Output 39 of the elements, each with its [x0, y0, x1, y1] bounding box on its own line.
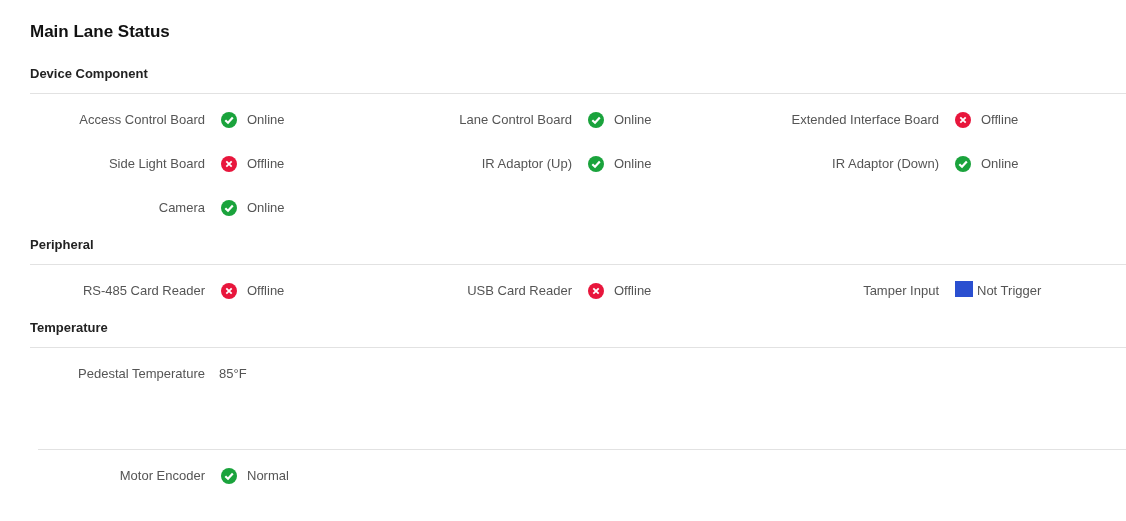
field-label: Camera	[157, 200, 205, 215]
status-value: Online	[614, 112, 652, 127]
status-value: Online	[247, 200, 285, 215]
field-label: Motor Encoder	[118, 468, 205, 483]
field-label: Access Control Board	[78, 112, 205, 127]
field-label: IR Adaptor (Up)	[480, 156, 572, 171]
status-value: Offline	[614, 283, 652, 298]
section-heading: Temperature	[30, 320, 109, 335]
field-label: Tamper Input	[862, 283, 939, 298]
field-label: Lane Control Board	[458, 112, 572, 127]
field-label: RS-485 Card Reader	[81, 283, 205, 298]
status-value: Not Trigger	[977, 283, 1042, 298]
check-icon	[221, 467, 237, 484]
check-icon	[221, 199, 237, 216]
check-icon	[221, 111, 237, 128]
field-label: Side Light Board	[107, 156, 205, 171]
status-value: 85°F	[219, 366, 247, 381]
cross-icon	[588, 282, 604, 299]
check-icon	[955, 155, 971, 172]
page-title: Main Lane Status	[30, 22, 171, 42]
status-value: Online	[247, 112, 285, 127]
check-icon	[588, 155, 604, 172]
cross-icon	[221, 155, 237, 172]
field-label: IR Adaptor (Down)	[831, 156, 939, 171]
cross-icon	[221, 282, 237, 299]
status-value: Online	[614, 156, 652, 171]
section-heading: Peripheral	[30, 237, 95, 252]
check-icon	[588, 111, 604, 128]
status-value: Offline	[247, 156, 285, 171]
section-heading: Device Component	[30, 66, 149, 81]
status-value: Offline	[247, 283, 285, 298]
cross-icon	[955, 111, 971, 128]
square-icon	[955, 281, 973, 297]
status-value: Normal	[247, 468, 289, 483]
field-label: USB Card Reader	[466, 283, 572, 298]
status-value: Offline	[981, 112, 1019, 127]
field-label: Extended Interface Board	[790, 112, 939, 127]
field-label: Pedestal Temperature	[77, 366, 205, 381]
status-value: Online	[981, 156, 1019, 171]
